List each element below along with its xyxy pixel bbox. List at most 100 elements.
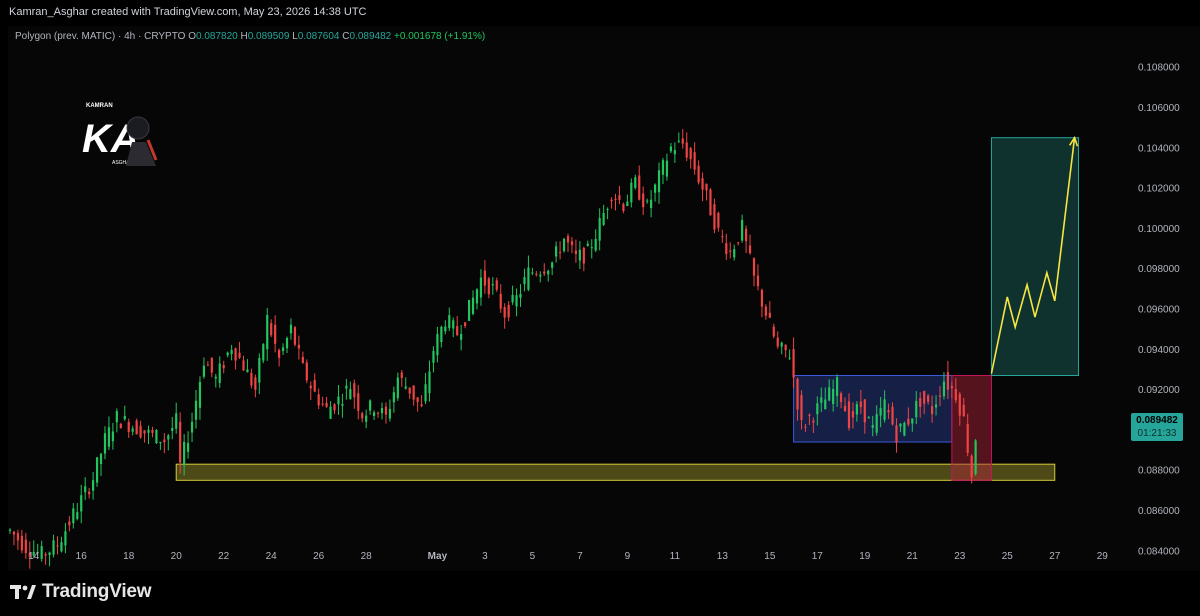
candle (717, 211, 720, 232)
candle (163, 433, 166, 454)
candle-body (278, 350, 281, 358)
price-chart[interactable]: 0.0840000.0860000.0880000.0900000.092000… (0, 0, 1200, 616)
candle (424, 372, 427, 405)
candle (974, 439, 977, 476)
tradingview-logo[interactable]: TradingView (10, 581, 152, 603)
candle (610, 197, 613, 209)
candle-body (372, 412, 376, 417)
candle (349, 381, 352, 400)
y-tick-label: 0.102000 (1138, 184, 1180, 195)
candle (653, 183, 657, 202)
candle (218, 356, 221, 388)
candle-body (828, 387, 831, 401)
candle (634, 174, 637, 190)
candle-body (99, 453, 103, 464)
candle-body (942, 381, 946, 397)
x-tick-label: 18 (123, 551, 135, 562)
candle-body (824, 399, 827, 410)
candle (776, 331, 779, 349)
candle-body (836, 377, 839, 396)
candle (760, 288, 764, 318)
candle-body (756, 275, 760, 287)
candle-body (325, 402, 328, 407)
candle (681, 128, 684, 149)
candle-body (729, 250, 732, 252)
candle-body (416, 397, 419, 403)
ka-logo-icon: KAMRAN KA ASGHAR (82, 103, 158, 166)
candle (412, 385, 415, 406)
candle (523, 268, 526, 292)
candle-body (737, 242, 740, 244)
candle-body (887, 410, 890, 413)
candle-body (179, 421, 182, 463)
candle (297, 335, 300, 360)
candle (709, 188, 712, 216)
candle-body (689, 148, 692, 160)
candle (547, 269, 550, 282)
candle-body (285, 338, 289, 349)
candle (262, 343, 265, 364)
candle (772, 323, 775, 339)
support-zone (175, 463, 1056, 481)
candle-body (464, 322, 467, 326)
candle-body (333, 404, 336, 411)
candle (270, 319, 273, 338)
candle-body (875, 414, 878, 433)
candle-body (155, 430, 158, 444)
candle-body (930, 406, 934, 415)
candle-body (642, 193, 645, 208)
candle (650, 190, 653, 218)
candle (491, 277, 494, 295)
candle-body (115, 411, 118, 423)
candle (111, 422, 114, 450)
candle-body (20, 535, 23, 551)
candle (657, 162, 661, 204)
candle-body (539, 274, 542, 277)
candle (622, 202, 625, 214)
candle (614, 193, 617, 211)
candle (123, 405, 126, 421)
candle-body (713, 204, 716, 230)
candle (175, 402, 178, 434)
candle-body (543, 271, 546, 274)
candle (198, 376, 202, 420)
candle-body (444, 326, 447, 332)
candle (467, 299, 471, 322)
candle (285, 336, 289, 354)
candle-body (590, 247, 593, 249)
candle-body (95, 457, 99, 483)
candle-body (725, 243, 728, 255)
candle (380, 402, 384, 420)
candle-body (432, 350, 435, 363)
candle (452, 317, 455, 338)
candle (202, 357, 206, 379)
candle (705, 183, 708, 201)
y-tick-label: 0.086000 (1138, 506, 1180, 517)
candle-body (242, 360, 245, 371)
candle (543, 263, 546, 276)
candle-body (400, 372, 403, 379)
candle-body (562, 238, 566, 252)
candle (333, 403, 336, 415)
candle (210, 357, 213, 378)
candle-body (768, 312, 771, 318)
candle-body (788, 357, 791, 359)
candle (503, 303, 506, 329)
candle (357, 385, 360, 420)
candle (748, 234, 752, 255)
candle-body (903, 422, 906, 436)
candle (713, 198, 716, 234)
candle-body (210, 357, 213, 373)
candle (483, 259, 486, 294)
candle (167, 433, 170, 451)
close-key: C (342, 31, 350, 42)
candle (689, 146, 692, 169)
candle (511, 285, 514, 305)
candle-body (226, 352, 229, 356)
candle-body (392, 392, 395, 403)
candle (697, 160, 700, 185)
candle (721, 229, 724, 243)
x-tick-label: 15 (764, 551, 776, 562)
candle-body (111, 431, 114, 442)
candle (8, 528, 12, 534)
